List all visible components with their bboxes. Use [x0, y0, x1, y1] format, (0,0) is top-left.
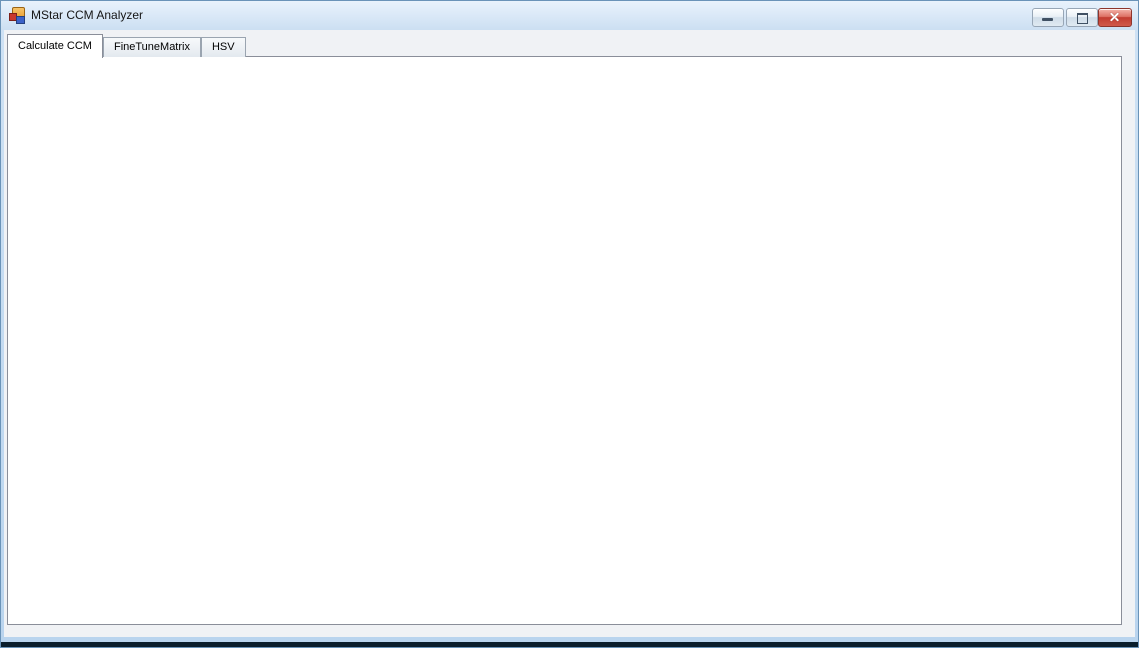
app-window-icon [9, 7, 25, 23]
tab-page-calculate-ccm [7, 56, 1122, 625]
tab-strip: Calculate CCMFineTuneMatrixHSV [7, 33, 246, 57]
maximize-icon [1077, 13, 1088, 24]
tab-hsv[interactable]: HSV [201, 37, 246, 57]
minimize-icon [1042, 18, 1053, 21]
tab-finetunematrix[interactable]: FineTuneMatrix [103, 37, 201, 57]
tab-calculate-ccm[interactable]: Calculate CCM [7, 34, 103, 58]
maximize-button[interactable] [1066, 8, 1098, 27]
close-button[interactable] [1098, 8, 1132, 27]
title-bar[interactable]: MStar CCM Analyzer [0, 0, 1139, 30]
minimize-button[interactable] [1032, 8, 1064, 27]
window-title: MStar CCM Analyzer [31, 8, 143, 22]
mstar-ccm-analyzer-window: { "window": {"title": "MStar CCM Analyze… [0, 0, 1139, 648]
window-bottom-edge [0, 642, 1139, 648]
